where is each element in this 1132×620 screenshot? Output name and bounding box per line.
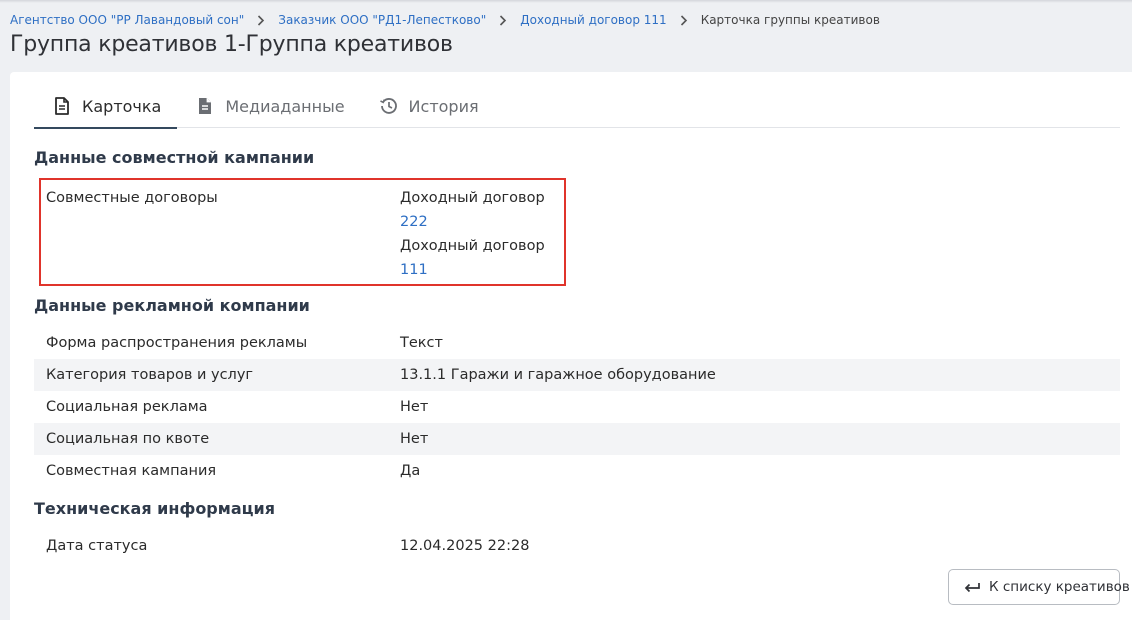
row-value: Нет xyxy=(400,431,429,447)
row-label: Социальная реклама xyxy=(46,399,208,415)
return-arrow-icon xyxy=(963,580,981,594)
page-title: Группа креативов 1-Группа креативов xyxy=(10,32,453,57)
contract-link-111[interactable]: 111 xyxy=(400,258,545,282)
document-icon xyxy=(52,96,72,116)
contract-link-222[interactable]: 222 xyxy=(400,210,545,234)
row-value: 13.1.1 Гаражи и гаражное оборудование xyxy=(400,367,716,383)
section-title-joint: Данные совместной кампании xyxy=(34,148,315,167)
row-label: Социальная по квоте xyxy=(46,431,210,447)
chevron-right-icon xyxy=(486,14,520,26)
back-button-label: К списку креативов xyxy=(989,579,1130,595)
table-row: Форма распространения рекламы Текст xyxy=(34,327,1120,359)
row-label: Дата статуса xyxy=(46,538,148,554)
breadcrumb-current: Карточка группы креативов xyxy=(700,13,880,27)
tab-card[interactable]: Карточка xyxy=(34,84,178,129)
row-label: Совместная кампания xyxy=(46,463,217,479)
table-row: Социальная по квоте Нет xyxy=(34,423,1120,455)
row-value: Да xyxy=(400,463,421,479)
breadcrumb-contract-link[interactable]: Доходный договор 111 xyxy=(520,13,666,27)
row-label: Форма распространения рекламы xyxy=(46,335,308,351)
row-label: Категория товаров и услуг xyxy=(46,367,254,383)
row-value: 12.04.2025 22:28 xyxy=(400,538,530,554)
joint-contracts-list: Доходный договор 222 Доходный договор 11… xyxy=(400,186,545,282)
table-row: Социальная реклама Нет xyxy=(34,391,1120,423)
chevron-right-icon xyxy=(244,14,278,26)
breadcrumb-customer-link[interactable]: Заказчик ООО "РД1-Лепестково" xyxy=(278,13,486,27)
tab-media-label: Медиаданные xyxy=(225,96,345,116)
joint-contracts-label: Совместные договоры xyxy=(46,190,218,206)
history-icon xyxy=(379,96,399,116)
content-card: Карточка Медиаданные История Данные совм… xyxy=(10,72,1132,620)
table-row: Дата статуса 12.04.2025 22:28 xyxy=(34,530,1120,562)
tab-bar: Карточка Медиаданные История xyxy=(34,84,1120,129)
tab-history-label: История xyxy=(408,96,479,116)
section-title-tech: Техническая информация xyxy=(34,499,275,518)
row-value: Текст xyxy=(400,335,443,351)
chevron-right-icon xyxy=(667,14,701,26)
section-title-ad: Данные рекламной компании xyxy=(34,296,310,315)
breadcrumb-agency-link[interactable]: Агентство ООО "РР Лавандовый сон" xyxy=(10,13,244,27)
contract-text: Доходный договор xyxy=(400,238,545,254)
tab-card-label: Карточка xyxy=(82,96,162,116)
file-icon xyxy=(195,96,215,116)
top-shadow xyxy=(0,0,1132,3)
tab-media[interactable]: Медиаданные xyxy=(177,84,360,128)
tab-history[interactable]: История xyxy=(361,84,495,128)
table-row: Категория товаров и услуг 13.1.1 Гаражи … xyxy=(34,359,1120,391)
contract-text: Доходный договор xyxy=(400,190,545,206)
back-to-creatives-button[interactable]: К списку креативов xyxy=(948,569,1130,605)
breadcrumb: Агентство ООО "РР Лавандовый сон" Заказч… xyxy=(10,11,880,29)
row-value: Нет xyxy=(400,399,429,415)
table-row: Совместная кампания Да xyxy=(34,455,1120,487)
